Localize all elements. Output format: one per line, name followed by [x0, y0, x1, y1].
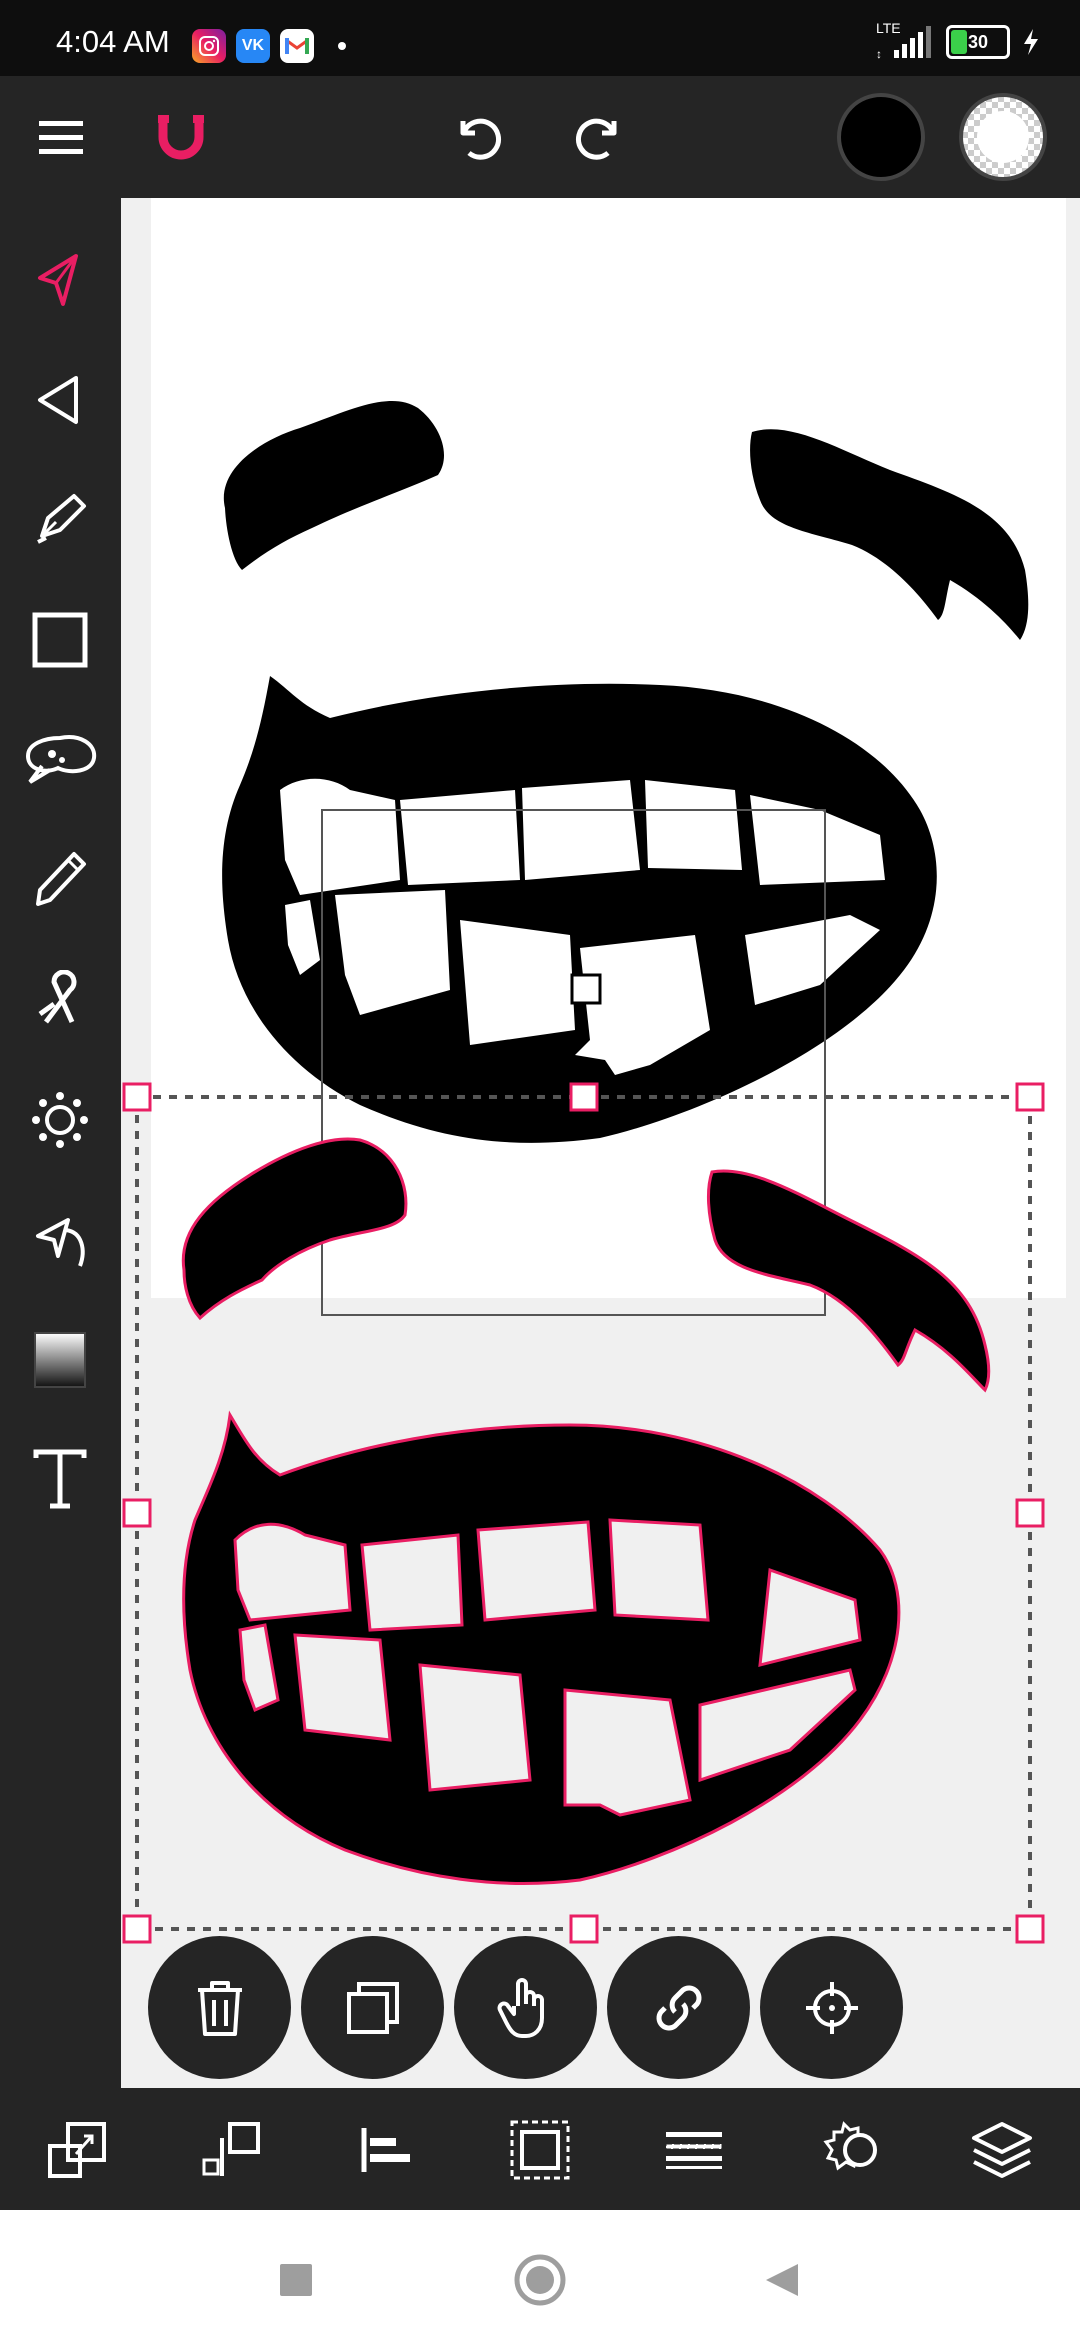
magnet-icon[interactable]	[148, 104, 214, 170]
duplicate-icon	[346, 1981, 399, 2034]
pan-hand-icon	[497, 1977, 544, 2038]
sun-brush-tool-icon[interactable]	[20, 1080, 100, 1160]
status-bar: 4:04 AM VK LTE ↕ 30	[0, 0, 1080, 76]
drawing-canvas[interactable]	[121, 198, 1080, 2088]
text-tool-icon[interactable]	[20, 1440, 100, 1520]
gradient-tool-icon[interactable]	[20, 1320, 100, 1400]
shape-builder-tool-icon[interactable]	[20, 720, 100, 800]
layers-icon[interactable]	[960, 2108, 1044, 2192]
selection-handle-top-left	[122, 1082, 152, 1112]
transform-icon[interactable]	[36, 2108, 120, 2192]
effects-icon[interactable]	[806, 2108, 890, 2192]
arrange-icon[interactable]	[190, 2108, 274, 2192]
top-toolbar	[0, 76, 1080, 198]
selected-right-eyebrow	[706, 1169, 991, 1393]
menu-icon[interactable]	[28, 104, 94, 170]
stroke-color-swatch[interactable]	[834, 90, 928, 184]
fill-color-swatch[interactable]	[956, 90, 1050, 184]
tool-sidebar	[0, 198, 121, 2088]
left-eyebrow	[223, 400, 445, 570]
rectangle-tool-icon[interactable]	[20, 600, 100, 680]
charging-icon	[1024, 29, 1038, 55]
home-button[interactable]	[510, 2250, 570, 2310]
pencil-tool-icon[interactable]	[20, 840, 100, 920]
delete-button[interactable]	[148, 1936, 291, 2079]
more-notifications-dot	[338, 42, 346, 50]
duplicate-button[interactable]	[301, 1936, 444, 2079]
bottom-toolbar	[0, 2088, 1080, 2210]
selection-handle-bottom-left	[122, 1914, 152, 1944]
path-arrow-tool-icon[interactable]	[20, 1200, 100, 1280]
gmail-icon	[280, 29, 314, 63]
signal-icon: LTE ↕	[874, 20, 934, 60]
status-indicators: LTE ↕ 30	[874, 20, 1040, 60]
status-time: 4:04 AM	[56, 24, 170, 59]
back-button[interactable]	[752, 2250, 812, 2310]
group-icon[interactable]	[498, 2108, 582, 2192]
selection-actions	[148, 1936, 903, 2079]
pen-tool-icon[interactable]	[20, 480, 100, 560]
ribbon-tool-icon[interactable]	[20, 960, 100, 1040]
target-button[interactable]	[760, 1936, 903, 2079]
selected-mouth	[182, 1410, 901, 1885]
direct-select-tool-icon[interactable]	[20, 360, 100, 440]
pan-hand-button[interactable]	[454, 1936, 597, 2079]
mouth	[222, 676, 937, 1143]
notification-icons: VK	[192, 28, 346, 64]
selection-handle-middle-left	[122, 1498, 152, 1528]
link-icon	[656, 1985, 701, 2030]
selection-handle-top-right	[1015, 1082, 1045, 1112]
select-tool-icon[interactable]	[20, 240, 100, 320]
undo-icon[interactable]	[444, 104, 510, 170]
selected-left-eyebrow	[181, 1137, 408, 1321]
instagram-icon	[192, 29, 226, 63]
canvas-drawing[interactable]	[121, 198, 1080, 2088]
svg-text:↕: ↕	[876, 47, 882, 60]
link-button[interactable]	[607, 1936, 750, 2079]
align-icon[interactable]	[344, 2108, 428, 2192]
selection-handle-top-center	[569, 1082, 599, 1112]
distribute-icon[interactable]	[652, 2108, 736, 2192]
center-handle	[570, 973, 602, 1005]
selection-handle-bottom-right	[1015, 1914, 1045, 1944]
target-icon	[805, 1981, 858, 2034]
redo-icon[interactable]	[567, 104, 633, 170]
right-eyebrow	[750, 429, 1029, 640]
delete-icon	[197, 1980, 242, 2036]
recents-button[interactable]	[266, 2250, 326, 2310]
selection-handle-middle-right	[1015, 1498, 1045, 1528]
battery-icon: 30	[946, 25, 1010, 59]
system-nav-bar	[0, 2210, 1080, 2340]
vk-icon: VK	[236, 29, 270, 63]
